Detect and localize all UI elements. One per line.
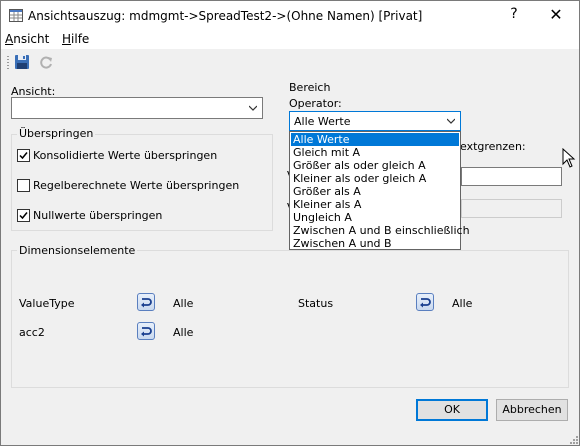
operator-option[interactable]: Alle Werte: [291, 133, 459, 146]
operator-option[interactable]: Ungleich A: [291, 211, 459, 224]
menu-hilfe-rest: ilfe: [71, 32, 90, 46]
dialog-window: Ansichtsauszug: mdmgmt->SpreadTest2->(Oh…: [0, 0, 580, 446]
refresh-icon[interactable]: [38, 54, 54, 70]
operator-option[interactable]: Kleiner als oder gleich A: [291, 172, 459, 185]
checkbox-nullwerte[interactable]: [17, 209, 30, 222]
dim-value-acc2: Alle: [173, 326, 194, 339]
return-arrow-icon: [141, 327, 152, 337]
close-button[interactable]: ✕: [546, 5, 566, 24]
title-bar: Ansichtsauszug: mdmgmt->SpreadTest2->(Oh…: [1, 1, 579, 31]
operator-combobox[interactable]: Alle Werte: [289, 111, 461, 131]
dim-select-button-status[interactable]: [416, 293, 434, 311]
operator-option[interactable]: Gleich mit A: [291, 146, 459, 159]
menu-hilfe[interactable]: Hilfe: [62, 32, 89, 46]
dimensionselemente-title: Dimensionselemente: [17, 244, 138, 257]
operator-option[interactable]: Zwischen A und B einschließlich: [291, 224, 470, 237]
operator-option[interactable]: Zwischen A und B: [291, 237, 459, 250]
checkbox-konsolidierte-label[interactable]: Konsolidierte Werte überspringen: [33, 149, 217, 162]
menu-ansicht-rest: nsicht: [13, 32, 50, 46]
checkbox-regelberechnete[interactable]: [17, 179, 30, 192]
chevron-down-icon: [447, 118, 455, 124]
operator-dropdown-list[interactable]: Alle Werte Gleich mit A Größer als oder …: [289, 131, 470, 250]
value-b-field: [461, 199, 562, 218]
checkbox-nullwerte-label[interactable]: Nullwerte überspringen: [33, 209, 162, 222]
menu-ansicht-hotkey: A: [5, 32, 14, 46]
operator-label: Operator:: [289, 97, 342, 110]
checkbox-regelberechnete-label[interactable]: Regelberechnete Werte überspringen: [33, 179, 239, 192]
ueberspringen-title: Überspringen: [17, 127, 96, 140]
help-button[interactable]: ?: [506, 6, 522, 22]
check-icon: [19, 152, 28, 160]
dim-select-button-valuetype[interactable]: [137, 293, 155, 311]
ok-button[interactable]: OK: [416, 399, 488, 421]
toolbar-grip[interactable]: [7, 56, 9, 69]
dim-name-valuetype: ValueType: [19, 297, 75, 310]
operator-option[interactable]: Größer als A: [291, 185, 459, 198]
menu-hilfe-hotkey: H: [62, 32, 72, 46]
return-arrow-icon: [141, 298, 152, 308]
ansicht-combobox[interactable]: [11, 97, 263, 119]
chevron-down-icon: [249, 105, 257, 111]
bereich-title: Bereich: [289, 81, 331, 94]
window-title: Ansichtsauszug: mdmgmt->SpreadTest2->(Oh…: [28, 9, 423, 23]
cancel-button[interactable]: Abbrechen: [496, 399, 568, 421]
value-a-field[interactable]: [461, 167, 562, 186]
menu-ansicht[interactable]: Ansicht: [5, 32, 49, 46]
return-arrow-icon: [420, 298, 431, 308]
dim-name-status: Status: [298, 297, 334, 310]
dim-name-acc2: acc2: [19, 326, 45, 339]
operator-value: Alle Werte: [294, 115, 351, 128]
toolbar: [1, 49, 579, 76]
operator-option[interactable]: Kleiner als A: [291, 198, 459, 211]
dim-value-status: Alle: [452, 297, 473, 310]
resize-grip-icon[interactable]: [567, 433, 579, 445]
dim-value-valuetype: Alle: [173, 297, 194, 310]
dimensionselemente-group: [11, 250, 569, 388]
menu-bar: Ansicht Hilfe: [1, 31, 579, 49]
mouse-cursor-icon: [562, 148, 576, 168]
app-icon: [9, 9, 23, 22]
dim-select-button-acc2[interactable]: [137, 322, 155, 340]
textgrenzen-label: extgrenzen:: [460, 140, 526, 153]
operator-option[interactable]: Größer als oder gleich A: [291, 159, 459, 172]
checkbox-konsolidierte[interactable]: [17, 149, 30, 162]
save-icon[interactable]: [14, 54, 30, 70]
check-icon: [19, 212, 28, 220]
